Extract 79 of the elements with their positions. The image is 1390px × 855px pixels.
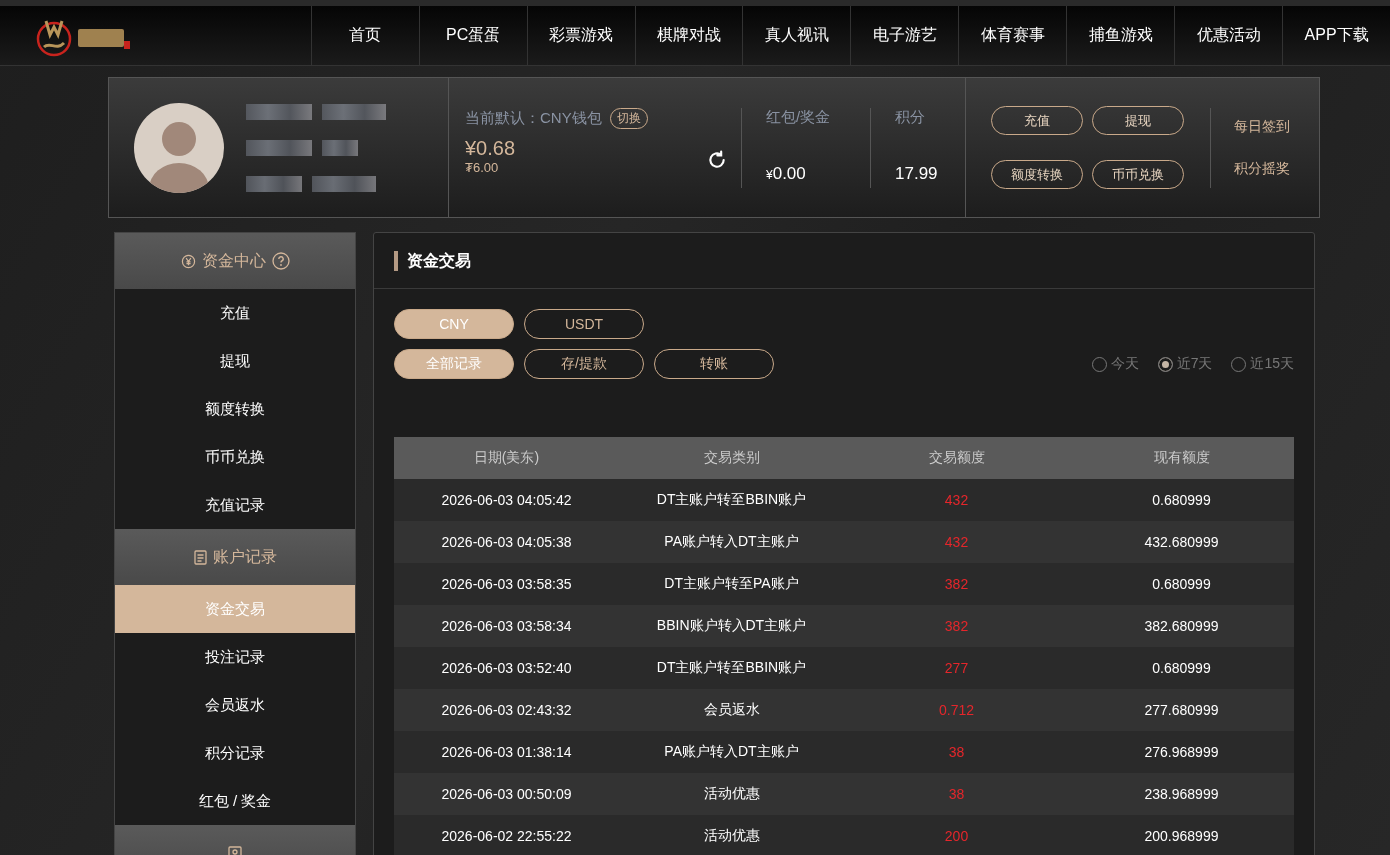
table-cell-text: 2026-06-03 03:58:35 [440,576,573,592]
table-cell-text: PA账户转入DT主账户 [663,743,800,761]
table-cell-text: 2026-06-03 04:05:38 [440,534,573,550]
column-header: 日期(美东) [472,449,541,467]
bonus-value: ¥0.00 [766,164,807,184]
sidebar-item[interactable]: 投注记录 [115,633,355,681]
sidebar-item[interactable]: 额度转换 [115,385,355,433]
table-cell-text: 238.968999 [1143,786,1220,802]
table-cell-text: 276.968999 [1143,744,1220,760]
column-header: 现有额度 [1152,449,1211,467]
table-cell-text: 432.680999 [1143,534,1220,550]
table-cell-text: 2026-06-03 04:05:42 [440,492,573,508]
nav-item[interactable]: 首页 [310,6,419,65]
sidebar-item[interactable]: 币币兑换 [115,433,355,481]
section-title: 资金中心 [201,250,266,271]
table-cell-text: 277.680999 [1143,702,1220,718]
table-cell-text: 2026-06-03 00:50:09 [440,786,573,802]
table-cell-text: 0.680999 [1151,576,1212,592]
radio-label: 近7天 [1176,355,1213,373]
sidebar-item[interactable]: 积分记录 [115,729,355,777]
radio-button[interactable] [1157,356,1173,372]
table-cell-text: 432 [943,534,970,550]
sidebar-item[interactable]: 充值记录 [115,481,355,529]
balance: ¥0.68 [465,137,517,160]
nav-item[interactable]: 捕鱼游戏 [1066,6,1175,65]
nav-item[interactable]: 电子游艺 [850,6,959,65]
table-cell-text: 432 [943,492,970,508]
radio-label: 今天 [1110,355,1139,373]
radio-label: 近15天 [1250,355,1294,373]
sidebar-item[interactable]: 红包 / 奖金 [115,777,355,825]
refresh-icon[interactable] [707,150,727,170]
table-cell-text: 382.680999 [1143,618,1220,634]
table-cell-text: 0.712 [937,702,975,718]
nav-item[interactable]: 彩票游戏 [526,6,635,65]
sidebar-item[interactable]: 提现 [115,337,355,385]
nav-item[interactable]: 体育赛事 [958,6,1067,65]
nav-item[interactable]: APP下载 [1282,6,1390,65]
table-cell-text: 2026-06-03 02:43:32 [440,702,573,718]
table-cell-text: 277 [943,660,970,676]
points-value: 17.99 [895,164,938,184]
table-cell-text: 2026-06-02 22:55:22 [440,828,573,844]
nav-item[interactable]: 棋牌对战 [634,6,743,65]
table-cell-text: 2026-06-03 01:38:14 [440,744,573,760]
table-cell-text: 200 [943,828,970,844]
table-cell-text: 382 [943,576,970,592]
nav-item[interactable]: PC蛋蛋 [418,6,527,65]
table-cell-text: 活动优惠 [702,785,761,803]
section-title: 账户记录 [212,546,277,567]
sub-balance: ₮6.00 [465,160,500,175]
table-cell-text: DT主账户转至BBIN账户 [655,491,808,509]
table-cell-text: DT主账户转至PA账户 [663,575,800,593]
nav-item[interactable]: 优惠活动 [1174,6,1283,65]
table-cell-text: 0.680999 [1151,660,1212,676]
bonus-link[interactable]: 积分摇奖 [1234,159,1290,178]
wallet-label: 当前默认：CNY钱包 [465,109,602,128]
table-cell-text: 0.680999 [1151,492,1212,508]
table-cell-text: PA账户转入DT主账户 [663,533,800,551]
table-cell-text: 2026-06-03 03:52:40 [440,660,573,676]
sidebar-item[interactable]: 充值 [115,289,355,337]
points-label: 积分 [895,108,926,127]
table-cell-text: DT主账户转至BBIN账户 [655,659,808,677]
column-header: 交易类别 [702,449,761,467]
column-header: 交易额度 [927,449,986,467]
sidebar-item[interactable]: 会员返水 [115,681,355,729]
help-icon[interactable] [271,252,290,270]
document-icon [193,549,207,565]
table-cell-text: 2026-06-03 03:58:34 [440,618,573,634]
table-cell-text: 382 [943,618,970,634]
panel-title: 资金交易 [394,250,471,271]
yen-coin-icon [180,253,196,269]
nav-item[interactable]: 真人视讯 [742,6,851,65]
table-cell-text: 会员返水 [702,701,761,719]
table-cell-text: 活动优惠 [702,827,761,845]
table-cell-text: 38 [947,786,966,802]
bonus-link[interactable]: 每日签到 [1234,117,1290,136]
table-cell-text: 38 [947,744,966,760]
bonus-label: 红包/奖金 [766,108,832,127]
table-cell-text: 200.968999 [1143,828,1220,844]
table-cell-text: BBIN账户转入DT主账户 [655,617,808,635]
